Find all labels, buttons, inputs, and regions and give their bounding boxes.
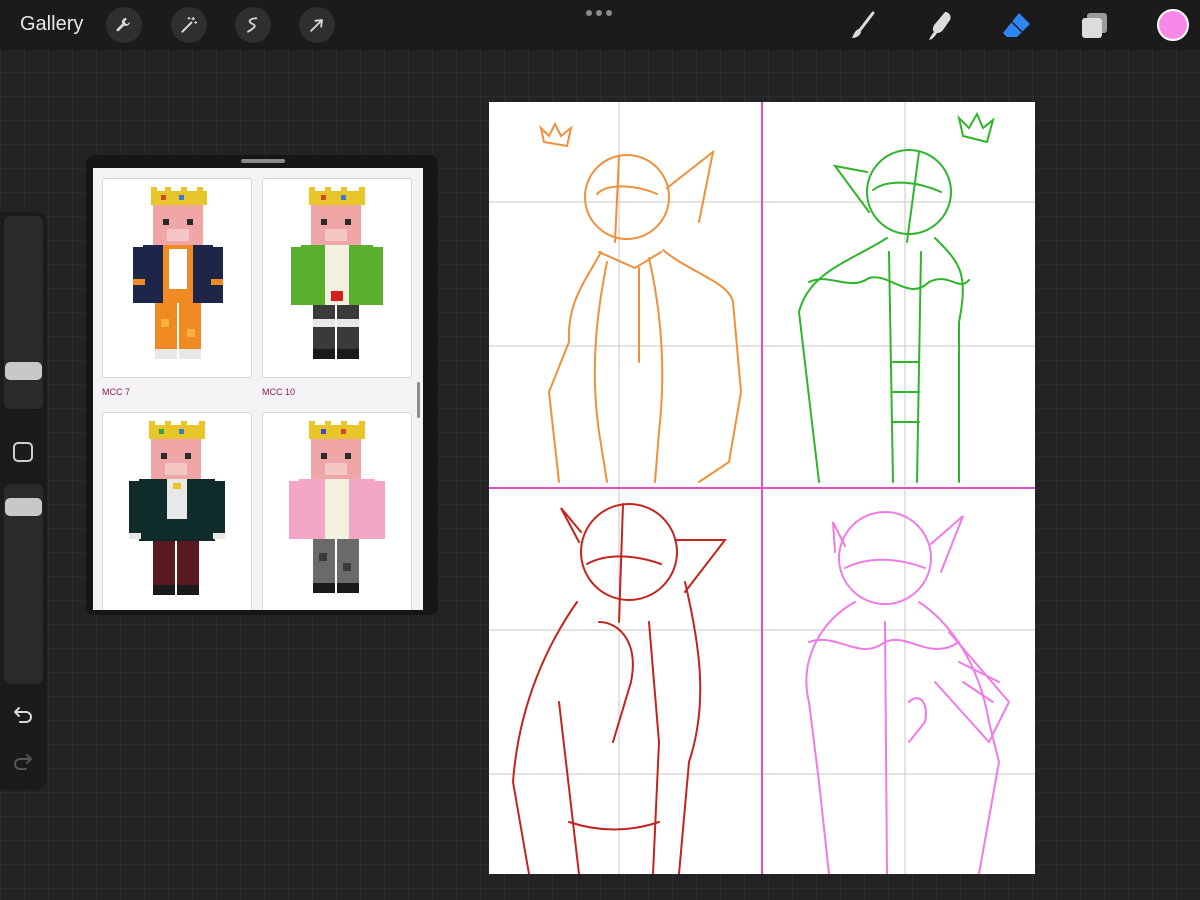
smudge-icon <box>929 12 951 40</box>
selection-icon <box>247 17 258 33</box>
left-sidebar <box>0 212 47 790</box>
pig-skin-green <box>291 187 383 359</box>
gallery-button[interactable]: Gallery <box>20 13 83 36</box>
dot <box>586 10 592 16</box>
reference-card-mcc7 <box>102 178 252 378</box>
pig-skin-dark-green <box>129 421 225 595</box>
undo-icon <box>14 707 32 723</box>
brush-size-handle[interactable] <box>5 362 42 380</box>
redo-button[interactable] <box>11 749 35 773</box>
layers-icon <box>1082 13 1107 38</box>
sketch-green <box>797 111 995 483</box>
actions-button[interactable] <box>106 7 142 43</box>
layers-tool[interactable] <box>1077 8 1113 44</box>
reference-caption: MCC 7 <box>102 387 131 397</box>
wrench-icon <box>116 17 130 32</box>
dot <box>606 10 612 16</box>
reference-scrollbar[interactable] <box>417 382 420 418</box>
sketch-pink <box>805 511 1011 875</box>
opacity-handle[interactable] <box>5 498 42 516</box>
eraser-tool[interactable] <box>999 8 1035 44</box>
transform-arrow-icon <box>310 19 323 32</box>
undo-button[interactable] <box>11 702 35 726</box>
reference-grab-handle[interactable] <box>241 159 285 163</box>
dot <box>596 10 602 16</box>
reference-caption: MCC 10 <box>262 387 296 397</box>
modify-button[interactable] <box>13 442 33 462</box>
reference-window[interactable]: MCC 7 MCC 10 <box>86 155 438 615</box>
reference-card <box>102 412 252 610</box>
transform-button[interactable] <box>299 7 335 43</box>
magic-wand-icon <box>181 16 198 33</box>
top-toolbar: Gallery <box>0 0 1200 50</box>
reference-card <box>262 412 412 610</box>
smudge-tool[interactable] <box>921 8 957 44</box>
eraser-icon <box>1003 13 1030 37</box>
brush-tool[interactable] <box>845 8 881 44</box>
sketch-orange <box>539 121 743 483</box>
sketch-layer <box>489 102 1035 875</box>
redo-icon <box>14 754 32 770</box>
adjustments-button[interactable] <box>171 7 207 43</box>
panel-dividers <box>489 102 1035 874</box>
reference-image: MCC 7 MCC 10 <box>93 168 423 610</box>
pig-skin-pink <box>289 421 385 593</box>
brush-size-slider[interactable] <box>4 216 43 409</box>
reference-card-mcc10 <box>262 178 412 378</box>
more-options-dots[interactable] <box>586 10 612 16</box>
selection-button[interactable] <box>235 7 271 43</box>
drawing-canvas[interactable] <box>489 102 1035 875</box>
pig-skin-orange <box>133 187 223 359</box>
color-picker-button[interactable] <box>1157 9 1189 41</box>
brush-icon <box>852 11 875 38</box>
